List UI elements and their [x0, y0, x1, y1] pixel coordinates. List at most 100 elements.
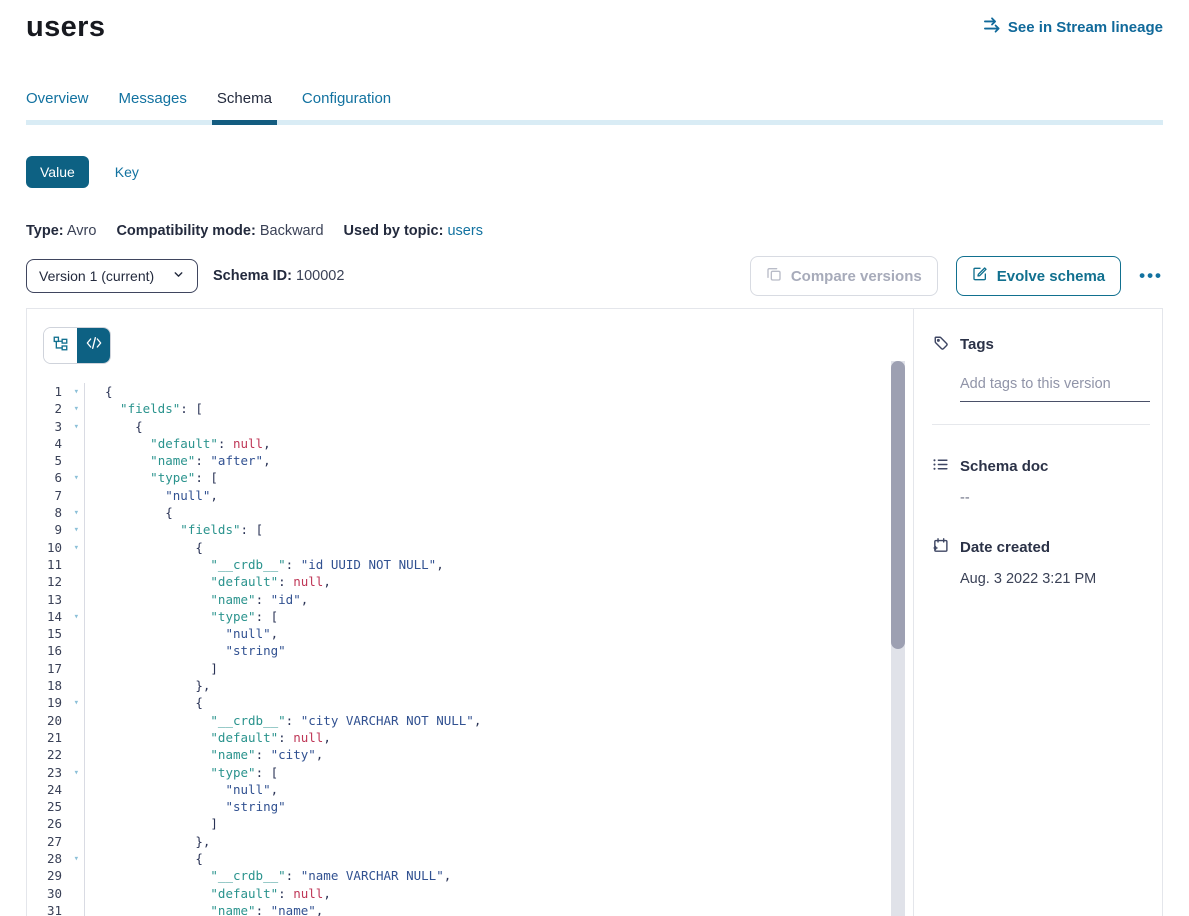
code-line: 30"default": null,: [27, 885, 913, 902]
schema-meta: Type: Avro Compatibility mode: Backward …: [26, 223, 1163, 239]
code-line: 11"__crdb__": "id UUID NOT NULL",: [27, 556, 913, 573]
stream-lineage-icon: [983, 17, 1001, 37]
line-number: 11: [27, 556, 85, 573]
code-line-text: "__crdb__": "name VARCHAR NULL",: [85, 867, 451, 884]
code-line-text: "null",: [85, 781, 278, 798]
code-line: 10▾{: [27, 539, 913, 556]
code-line-text: "default": null,: [85, 435, 271, 452]
line-number: 31: [27, 902, 85, 916]
fold-toggle-icon[interactable]: ▾: [74, 505, 79, 522]
more-options-button[interactable]: •••: [1139, 266, 1163, 286]
code-line: 31"name": "name",: [27, 902, 913, 916]
date-created-value: Aug. 3 2022 3:21 PM: [960, 571, 1150, 587]
version-select[interactable]: Version 1 (current): [26, 259, 198, 293]
fold-toggle-icon[interactable]: ▾: [74, 384, 79, 401]
code-view-button[interactable]: [77, 328, 110, 363]
code-line: 9▾"fields": [: [27, 521, 913, 538]
tab-configuration[interactable]: Configuration: [302, 90, 391, 120]
code-line-text: "type": [: [85, 608, 278, 625]
code-line-text: "__crdb__": "id UUID NOT NULL",: [85, 556, 444, 573]
code-line-text: "type": [: [85, 764, 278, 781]
fold-toggle-icon[interactable]: ▾: [74, 695, 79, 712]
fold-toggle-icon[interactable]: ▾: [74, 401, 79, 418]
code-line-text: "string": [85, 642, 286, 659]
code-line: 29"__crdb__": "name VARCHAR NULL",: [27, 867, 913, 884]
line-number: 3▾: [27, 418, 85, 435]
fold-toggle-icon[interactable]: ▾: [74, 540, 79, 557]
schema-doc-value: --: [960, 490, 1150, 506]
doc-list-icon: [932, 456, 949, 477]
value-toggle-button[interactable]: Value: [26, 156, 89, 188]
editor-scrollbar-track[interactable]: [891, 361, 905, 916]
line-number: 4: [27, 435, 85, 452]
line-number: 19▾: [27, 694, 85, 711]
code-line: 7"null",: [27, 487, 913, 504]
code-line: 8▾{: [27, 504, 913, 521]
tab-messages[interactable]: Messages: [119, 90, 187, 120]
code-line-text: "null",: [85, 487, 218, 504]
code-line-text: ]: [85, 815, 218, 832]
line-number: 22: [27, 746, 85, 763]
line-number: 5: [27, 452, 85, 469]
line-number: 7: [27, 487, 85, 504]
code-line: 26]: [27, 815, 913, 832]
tab-schema[interactable]: Schema: [217, 90, 272, 120]
code-line: 6▾"type": [: [27, 469, 913, 486]
schema-doc-heading: Schema doc: [960, 458, 1048, 475]
code-line-text: "default": null,: [85, 885, 331, 902]
line-number: 14▾: [27, 608, 85, 625]
line-number: 8▾: [27, 504, 85, 521]
line-number: 15: [27, 625, 85, 642]
code-line: 4"default": null,: [27, 435, 913, 452]
schema-id: Schema ID: 100002: [213, 268, 344, 284]
fold-toggle-icon[interactable]: ▾: [74, 851, 79, 868]
fold-toggle-icon[interactable]: ▾: [74, 470, 79, 487]
chevron-down-icon: [172, 268, 185, 284]
line-number: 6▾: [27, 469, 85, 486]
line-number: 2▾: [27, 400, 85, 417]
tab-overview[interactable]: Overview: [26, 90, 89, 120]
code-line-text: "__crdb__": "city VARCHAR NOT NULL",: [85, 712, 481, 729]
code-line: 28▾{: [27, 850, 913, 867]
code-line-text: {: [85, 383, 113, 400]
line-number: 13: [27, 591, 85, 608]
code-line: 18},: [27, 677, 913, 694]
code-line: 22"name": "city",: [27, 746, 913, 763]
fold-toggle-icon[interactable]: ▾: [74, 522, 79, 539]
sidebar-divider: [932, 424, 1150, 425]
compare-versions-button[interactable]: Compare versions: [750, 256, 938, 296]
code-line: 15"null",: [27, 625, 913, 642]
topic-link[interactable]: users: [447, 223, 482, 239]
fold-toggle-icon[interactable]: ▾: [74, 609, 79, 626]
editor-scrollbar-thumb[interactable]: [891, 361, 905, 649]
schema-id-value: 100002: [296, 268, 344, 284]
schema-code-editor[interactable]: 1▾{2▾"fields": [3▾{4"default": null,5"na…: [27, 383, 913, 916]
code-line-text: },: [85, 677, 210, 694]
version-select-value: Version 1 (current): [39, 268, 154, 284]
line-number: 18: [27, 677, 85, 694]
add-tags-input[interactable]: [960, 376, 1150, 402]
line-number: 1▾: [27, 383, 85, 400]
code-line: 16"string": [27, 642, 913, 659]
compatibility-label: Compatibility mode:: [116, 223, 255, 239]
tag-icon: [932, 334, 949, 355]
edit-icon: [972, 266, 988, 286]
line-number: 21: [27, 729, 85, 746]
code-line-text: "default": null,: [85, 573, 331, 590]
tree-view-button[interactable]: [44, 328, 77, 363]
line-number: 29: [27, 867, 85, 884]
fold-toggle-icon[interactable]: ▾: [74, 419, 79, 436]
code-line-text: "name": "id",: [85, 591, 308, 608]
code-view-icon: [86, 336, 102, 355]
tags-heading-row: Tags: [932, 334, 1150, 355]
code-line: 12"default": null,: [27, 573, 913, 590]
fold-toggle-icon[interactable]: ▾: [74, 765, 79, 782]
code-line: 24"null",: [27, 781, 913, 798]
see-in-stream-lineage-link[interactable]: See in Stream lineage: [983, 17, 1163, 37]
key-toggle-button[interactable]: Key: [115, 164, 139, 180]
code-line-text: ]: [85, 660, 218, 677]
value-key-toggle: Value Key: [26, 156, 1163, 188]
type-label: Type:: [26, 223, 64, 239]
code-line: 14▾"type": [: [27, 608, 913, 625]
evolve-schema-button[interactable]: Evolve schema: [956, 256, 1121, 296]
